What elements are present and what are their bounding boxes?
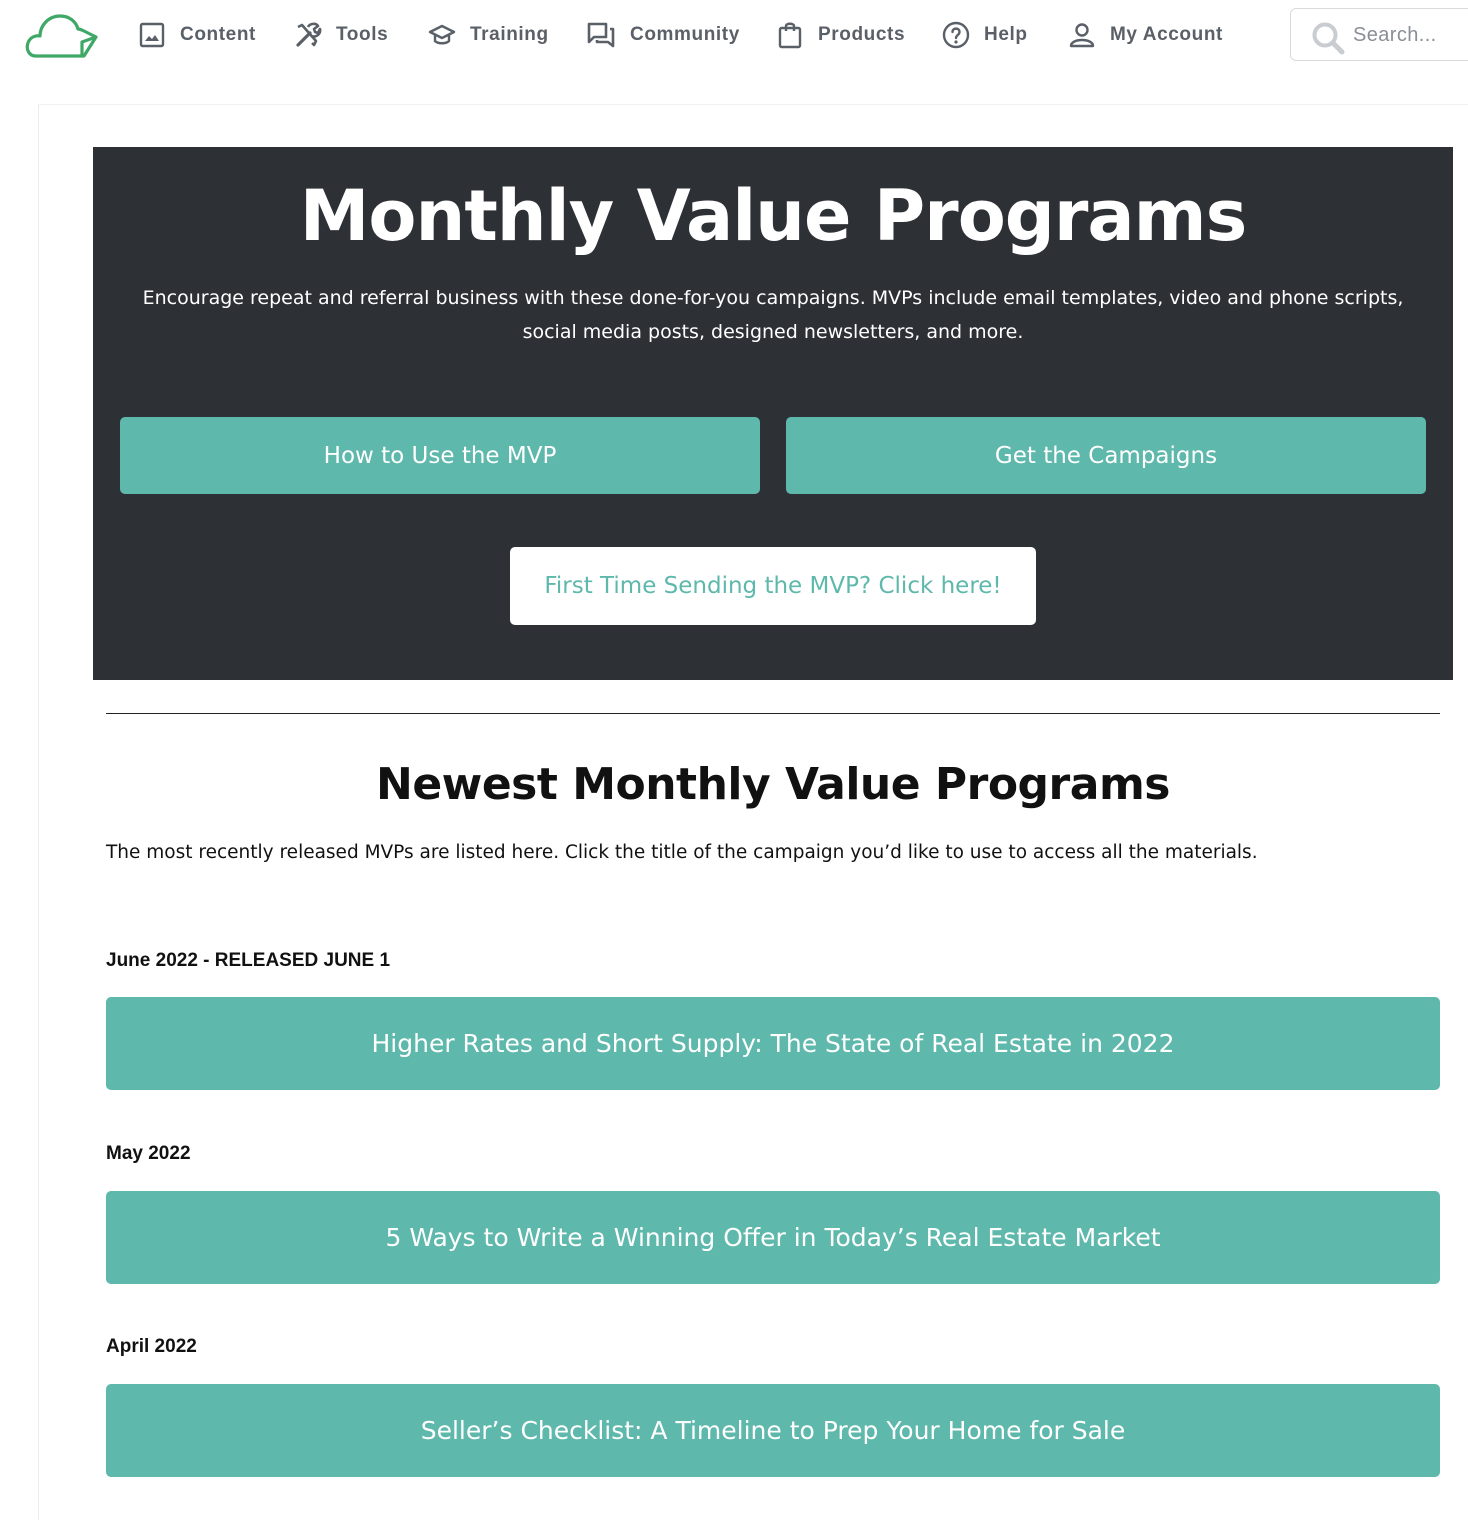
image-icon	[139, 22, 165, 48]
content-frame-border	[38, 104, 39, 1520]
hero-banner: Monthly Value Programs Encourage repeat …	[93, 147, 1453, 680]
nav-item-tools[interactable]: Tools	[294, 18, 388, 52]
month-label: May 2022	[106, 1143, 191, 1164]
campaign-link-button[interactable]: Higher Rates and Short Supply: The State…	[106, 997, 1440, 1090]
nav-item-content[interactable]: Content	[138, 18, 256, 52]
nav-item-help[interactable]: Help	[942, 18, 1028, 52]
nav-item-my-account[interactable]: My Account	[1068, 18, 1223, 52]
tools-icon	[296, 22, 322, 47]
nav-item-label: Training	[470, 24, 549, 45]
section-divider	[106, 713, 1440, 714]
graduation-cap-icon	[428, 24, 456, 45]
nav-item-products[interactable]: Products	[776, 18, 905, 52]
search-input[interactable]	[1353, 19, 1468, 51]
top-navigation: Content Tools Training Community Product…	[0, 0, 1468, 72]
first-time-button[interactable]: First Time Sending the MVP? Click here!	[510, 547, 1036, 625]
cloud-logo-icon[interactable]	[24, 10, 98, 60]
shopping-bag-icon	[778, 22, 802, 49]
campaign-link-button[interactable]: Seller’s Checklist: A Timeline to Prep Y…	[106, 1384, 1440, 1477]
nav-item-label: Tools	[336, 24, 389, 45]
month-label: April 2022	[106, 1336, 197, 1357]
content-frame-border	[38, 104, 1468, 105]
nav-item-label: My Account	[1110, 24, 1223, 45]
nav-item-label: Help	[984, 24, 1028, 45]
chat-icon	[587, 22, 615, 48]
how-to-use-button[interactable]: How to Use the MVP	[120, 417, 760, 494]
nav-item-training[interactable]: Training	[428, 18, 549, 52]
section-intro: The most recently released MVPs are list…	[106, 842, 1258, 863]
nav-item-community[interactable]: Community	[586, 18, 740, 52]
hero-description: Encourage repeat and referral business w…	[142, 287, 1404, 343]
get-campaigns-button[interactable]: Get the Campaigns	[786, 417, 1426, 494]
help-circle-icon	[942, 21, 970, 49]
search-icon[interactable]	[1311, 21, 1345, 55]
month-label: June 2022 - RELEASED JUNE 1	[106, 950, 391, 971]
section-title: Newest Monthly Value Programs	[376, 759, 1170, 810]
nav-item-label: Products	[818, 24, 906, 45]
nav-item-label: Community	[630, 24, 740, 45]
nav-item-label: Content	[180, 24, 256, 45]
page-title: Monthly Value Programs	[299, 175, 1248, 257]
campaign-link-button[interactable]: 5 Ways to Write a Winning Offer in Today…	[106, 1191, 1440, 1284]
user-icon	[1069, 23, 1095, 48]
search-box[interactable]	[1290, 8, 1468, 61]
